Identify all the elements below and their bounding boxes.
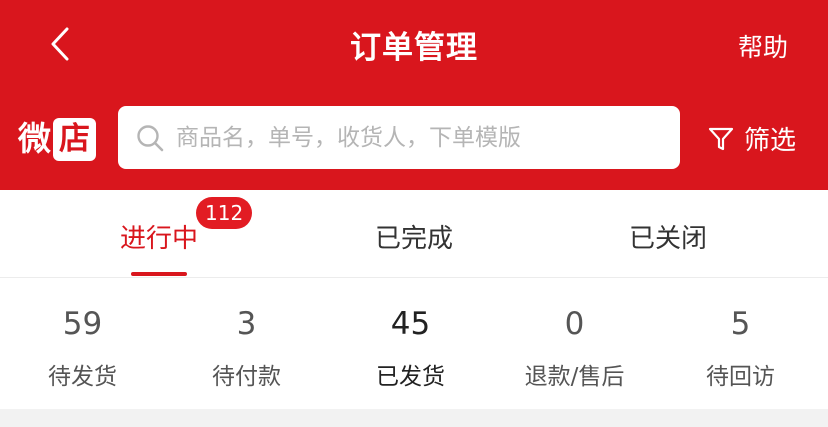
filter-icon	[708, 127, 734, 150]
stat-label: 待回访	[706, 364, 775, 390]
filter-button[interactable]: 筛选	[708, 120, 796, 157]
chevron-left-icon	[51, 27, 69, 61]
stat-pending-shipment[interactable]: 59 待发货	[0, 278, 165, 409]
stat-count: 45	[390, 306, 431, 342]
tab-closed[interactable]: 已关闭	[530, 190, 806, 277]
stat-count: 0	[564, 306, 585, 342]
order-status-tabs: 进行中 已完成 已关闭	[0, 190, 828, 278]
help-button[interactable]: 帮助	[738, 28, 788, 64]
stat-label: 退款/售后	[524, 364, 625, 390]
search-icon	[137, 124, 164, 151]
tab-count-badge: 112	[196, 197, 253, 229]
stat-count: 59	[62, 306, 103, 342]
order-stats-row: 59 待发货 3 待付款 45 已发货 0 退款/售后 5 待回访	[0, 278, 828, 409]
logo-text: 微	[18, 119, 51, 158]
top-header: 订单管理 帮助 微 店 筛选	[0, 0, 828, 190]
stat-pending-revisit[interactable]: 5 待回访	[658, 278, 823, 409]
tab-completed[interactable]: 已完成	[276, 190, 552, 277]
tab-label: 进行中	[119, 224, 198, 254]
stat-label: 已发货	[376, 364, 445, 390]
tab-in-progress[interactable]: 进行中	[21, 190, 297, 277]
active-tab-indicator	[131, 272, 187, 276]
stat-label: 待付款	[212, 364, 281, 390]
search-input[interactable]	[174, 123, 668, 152]
weidian-logo: 微 店	[18, 116, 96, 162]
back-button[interactable]	[40, 24, 80, 64]
filter-label: 筛选	[744, 126, 797, 156]
page-background-divider	[0, 409, 828, 427]
search-bar[interactable]	[118, 106, 680, 169]
stat-refund-aftersale[interactable]: 0 退款/售后	[492, 278, 657, 409]
page-title: 订单管理	[350, 30, 478, 66]
stat-shipped[interactable]: 45 已发货	[328, 278, 493, 409]
stat-count: 5	[730, 306, 751, 342]
stat-pending-payment[interactable]: 3 待付款	[164, 278, 329, 409]
stat-label: 待发货	[48, 364, 117, 390]
stat-count: 3	[236, 306, 257, 342]
tab-label: 已完成	[374, 224, 453, 254]
tab-label: 已关闭	[628, 224, 707, 254]
logo-box-text: 店	[53, 117, 96, 161]
